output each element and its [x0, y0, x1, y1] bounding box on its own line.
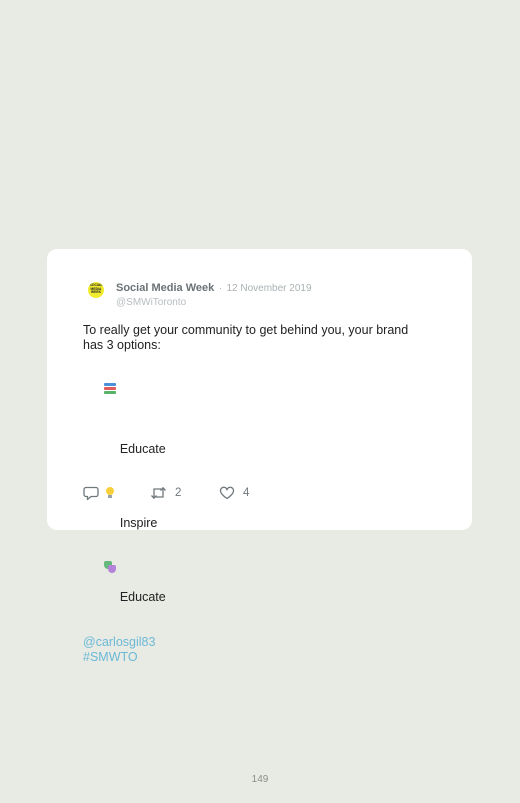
header-separator: · [218, 283, 223, 294]
author-name[interactable]: Social Media Week [116, 282, 214, 294]
option-item: Inspire [83, 472, 443, 546]
books-icon [103, 383, 116, 395]
mention-link[interactable]: @carlosgil83 [83, 635, 443, 650]
option-label-2: Inspire [119, 516, 158, 530]
tweet-actions: 2 4 [83, 485, 383, 501]
author-handle[interactable]: @SMWiToronto [116, 297, 312, 308]
hashtag-link[interactable]: #SMWTO [83, 650, 443, 665]
tweet-header: Social Media Week · 12 November 2019 @SM… [116, 278, 312, 308]
option-item: Educate [83, 368, 443, 472]
avatar[interactable]: SOCIAL MEDIA WEEK [88, 282, 104, 298]
retweet-icon [150, 486, 167, 500]
option-label-3: Educate [119, 590, 166, 604]
tweet-text-line-2: has 3 options: [83, 338, 161, 352]
like-count: 4 [243, 487, 250, 499]
retweet-button[interactable]: 2 [150, 485, 181, 501]
like-button[interactable]: 4 [219, 485, 249, 501]
tweet-card: SOCIAL MEDIA WEEK Social Media Week · 12… [47, 249, 472, 664]
avatar-logo-text: SOCIAL MEDIA WEEK [89, 283, 103, 295]
tweet-text-line-1: To really get your community to get behi… [83, 323, 409, 337]
retweet-count: 2 [175, 487, 182, 499]
option-label-1: Educate [119, 442, 166, 456]
reply-button[interactable] [83, 485, 107, 501]
page-number: 149 [251, 774, 269, 785]
tweet-date[interactable]: 12 November 2019 [226, 283, 311, 294]
option-item: Educate [83, 546, 443, 620]
theater-masks-icon [103, 561, 116, 573]
reply-icon [83, 486, 99, 501]
heart-icon [219, 486, 235, 500]
